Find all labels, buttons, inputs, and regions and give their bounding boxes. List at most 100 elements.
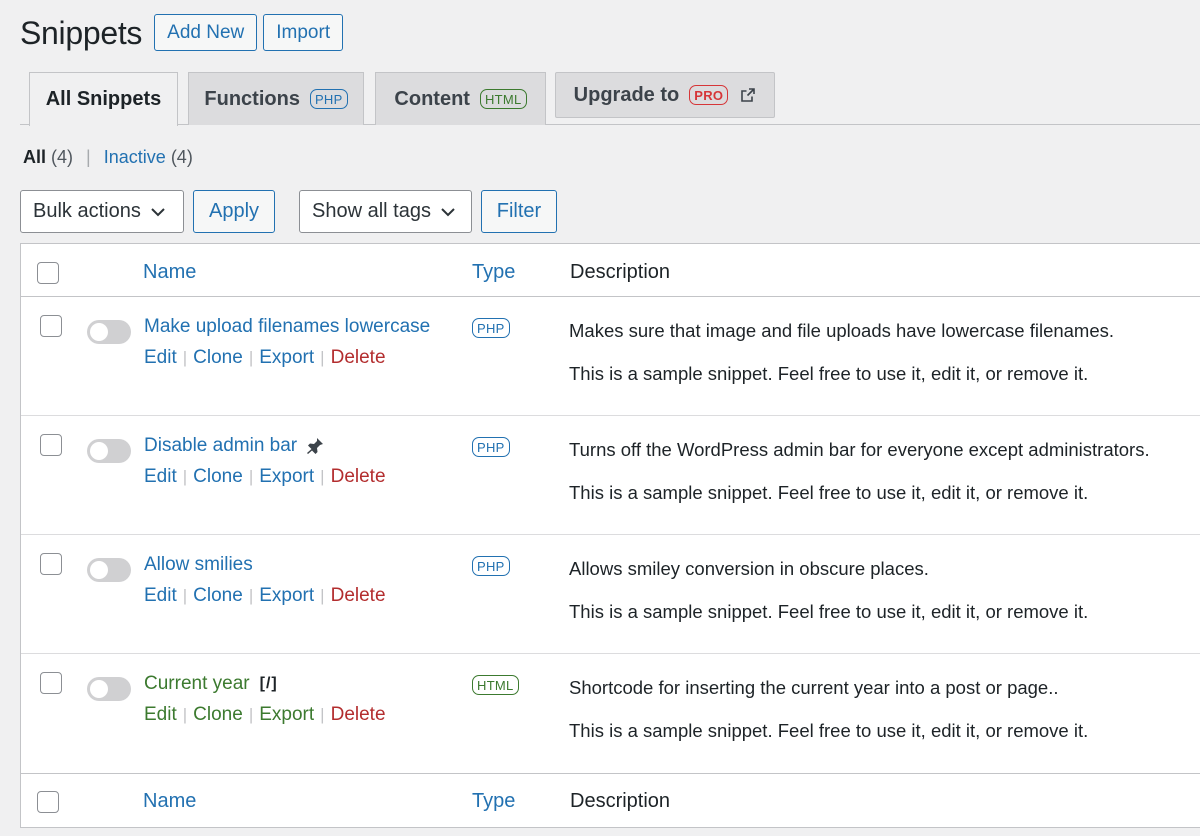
snippet-description: Shortcode for inserting the current year… [569, 677, 1059, 698]
column-name-header[interactable]: Name [143, 261, 196, 284]
column-description-footer: Description [570, 790, 671, 812]
action-separator: | [320, 467, 325, 486]
table-row: Make upload filenames lowercase Edit | Cl… [21, 297, 1200, 416]
snippet-name: Make upload filenames lowercase [144, 316, 431, 337]
clone-link[interactable]: Clone [193, 585, 243, 607]
export-link[interactable]: Export [259, 704, 314, 726]
view-inactive-link[interactable]: Inactive [104, 147, 166, 167]
tab-all-snippets[interactable]: All Snippets [29, 72, 178, 126]
column-type-footer[interactable]: Type [472, 790, 515, 813]
action-separator: | [182, 467, 188, 486]
view-separator: | [86, 147, 91, 167]
edit-link[interactable]: Edit [144, 466, 177, 488]
edit-link[interactable]: Edit [144, 704, 177, 726]
snippet-description: Allows smiley conversion in obscure plac… [569, 558, 929, 579]
table-row: Allow smilies Edit | Clone | Export | Delet… [21, 535, 1200, 654]
pin-icon [307, 438, 324, 454]
column-description-header: Description [570, 261, 671, 283]
tab-upgrade-pro[interactable]: Upgrade to PRO [555, 72, 775, 118]
action-separator: | [182, 705, 188, 724]
snippet-description: Turns off the WordPress admin bar for ev… [569, 439, 1150, 460]
snippet-name: Allow smilies [144, 554, 253, 575]
snippet-note: This is a sample snippet. Feel free to u… [569, 720, 1089, 741]
apply-button[interactable]: Apply [193, 190, 275, 233]
snippet-name-link[interactable]: Current year [/] [144, 673, 278, 695]
action-separator: | [248, 467, 254, 486]
column-type-header[interactable]: Type [472, 261, 515, 284]
action-separator: | [320, 348, 325, 367]
tab-content-label: Content [394, 87, 470, 110]
external-link-icon [741, 88, 756, 102]
tags-filter-value: Show all tags [312, 200, 431, 222]
row-actions: Edit | Clone | Export | Delete [144, 347, 386, 369]
export-link[interactable]: Export [259, 466, 314, 488]
snippet-note: This is a sample snippet. Feel free to u… [569, 601, 1089, 622]
delete-link[interactable]: Delete [331, 585, 386, 607]
delete-link[interactable]: Delete [331, 466, 386, 488]
snippet-type-tabs: All Snippets Functions PHP Content HTML … [20, 72, 1200, 126]
tab-all-snippets-label: All Snippets [45, 88, 162, 110]
status-views: All (4) | Inactive (4) [23, 147, 193, 168]
action-separator: | [248, 705, 254, 724]
activation-toggle[interactable] [87, 677, 131, 701]
snippet-name-link[interactable]: Make upload filenames lowercase [144, 316, 430, 338]
row-actions: Edit | Clone | Export | Delete [144, 585, 386, 607]
tab-upgrade-label: Upgrade to [573, 83, 680, 106]
activation-toggle[interactable] [87, 558, 131, 582]
column-name-footer[interactable]: Name [143, 790, 196, 813]
view-all-label[interactable]: All [23, 147, 46, 167]
snippet-name: Disable admin bar [144, 435, 298, 456]
page-title: Snippets [20, 14, 143, 51]
chevron-down-icon [151, 207, 165, 216]
table-row: Disable admin bar Edit | Clone | Export | D… [21, 416, 1200, 535]
delete-link[interactable]: Delete [331, 347, 386, 369]
view-inactive-count: (4) [170, 147, 193, 167]
action-separator: | [182, 586, 188, 605]
chevron-down-icon [441, 207, 455, 216]
table-row: Current year [/] Edit | Clone | Export | De… [21, 654, 1200, 773]
snippet-note: This is a sample snippet. Feel free to u… [569, 363, 1089, 384]
edit-link[interactable]: Edit [144, 585, 177, 607]
row-actions: Edit | Clone | Export | Delete [144, 466, 386, 488]
delete-link[interactable]: Delete [331, 704, 386, 726]
table-footer: Name Type Description [21, 773, 1200, 826]
action-separator: | [248, 586, 254, 605]
snippets-table: Name Type Description Make upload filena… [20, 243, 1200, 828]
add-new-button[interactable]: Add New [154, 14, 258, 51]
export-link[interactable]: Export [259, 347, 314, 369]
export-link[interactable]: Export [259, 585, 314, 607]
pro-badge: PRO [689, 85, 729, 105]
tags-filter-select[interactable]: Show all tags [299, 190, 472, 233]
snippet-description: Makes sure that image and file uploads h… [569, 320, 1115, 341]
html-badge: HTML [479, 89, 527, 109]
activation-toggle[interactable] [87, 439, 131, 463]
snippet-name-link[interactable]: Allow smilies [144, 554, 253, 576]
filter-button[interactable]: Filter [481, 190, 557, 233]
tab-content[interactable]: Content HTML [375, 72, 546, 125]
row-actions: Edit | Clone | Export | Delete [144, 704, 386, 726]
edit-link[interactable]: Edit [144, 347, 177, 369]
row-checkbox[interactable] [40, 434, 62, 456]
tab-functions[interactable]: Functions PHP [188, 72, 364, 125]
row-checkbox[interactable] [40, 315, 62, 337]
shortcode-icon: [/] [259, 675, 278, 692]
select-all-checkbox-footer[interactable] [37, 791, 59, 813]
bulk-actions-select[interactable]: Bulk actions [20, 190, 184, 233]
type-badge: PHP [472, 556, 510, 576]
type-badge: HTML [472, 675, 519, 695]
import-button[interactable]: Import [263, 14, 344, 51]
clone-link[interactable]: Clone [193, 466, 243, 488]
row-checkbox[interactable] [40, 553, 62, 575]
table-header: Name Type Description [21, 244, 1200, 297]
snippet-note: This is a sample snippet. Feel free to u… [569, 482, 1089, 503]
bulk-actions-value: Bulk actions [33, 200, 141, 222]
select-all-checkbox[interactable] [37, 262, 59, 284]
clone-link[interactable]: Clone [193, 704, 243, 726]
snippet-name-link[interactable]: Disable admin bar [144, 435, 325, 457]
clone-link[interactable]: Clone [193, 347, 243, 369]
action-separator: | [182, 348, 188, 367]
page-header: Snippets Add New Import [20, 14, 344, 51]
activation-toggle[interactable] [87, 320, 131, 344]
snippet-name: Current year [144, 673, 250, 694]
row-checkbox[interactable] [40, 672, 62, 694]
